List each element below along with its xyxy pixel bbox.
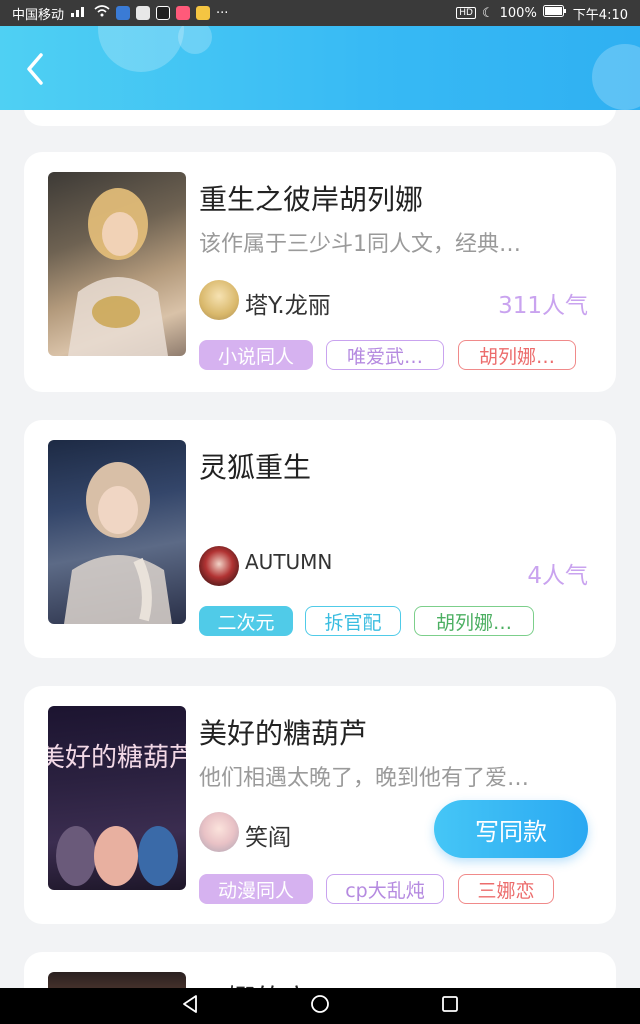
story-title[interactable]: 美好的糖葫芦 [199, 712, 367, 752]
app-notification-icon [116, 6, 131, 20]
chevron-left-icon [25, 53, 45, 89]
author-avatar[interactable] [199, 546, 239, 586]
cover-title-text: 美好的糖葫芦 [48, 743, 186, 773]
tag-chip[interactable]: 动漫同人 [199, 874, 313, 904]
tag-chip[interactable]: cp大乱炖 [326, 874, 444, 904]
author-name[interactable]: 塔Y.龙丽 [245, 286, 331, 320]
recents-square-icon[interactable] [440, 994, 460, 1018]
write-same-button[interactable]: 写同款 [434, 800, 588, 858]
story-title[interactable]: 灵狐重生 [199, 446, 311, 486]
story-cover-image[interactable] [48, 172, 186, 356]
system-navigation-bar [0, 988, 640, 1024]
signal-icon [70, 5, 88, 21]
app-notification-icon [136, 6, 151, 20]
decor-bubble [98, 26, 184, 72]
tag-chip[interactable]: 胡列娜… [414, 606, 534, 636]
decor-bubble [178, 26, 212, 54]
story-card[interactable]: 三娜的帝 [24, 952, 616, 988]
app-notification-icon [176, 6, 191, 20]
author-avatar[interactable] [199, 280, 239, 320]
story-card[interactable]: 重生之彼岸胡列娜 该作属于三少斗1同人文，经典… 塔Y.龙丽 311人气 小说同… [24, 152, 616, 392]
story-cover-image[interactable]: 美好的糖葫芦 [48, 706, 186, 890]
home-circle-icon[interactable] [310, 994, 330, 1018]
story-cover-image[interactable] [48, 440, 186, 624]
story-list[interactable]: 重生之彼岸胡列娜 该作属于三少斗1同人文，经典… 塔Y.龙丽 311人气 小说同… [0, 110, 640, 988]
story-card[interactable]: 美好的糖葫芦 美好的糖葫芦 他们相遇太晚了，晚到他有了爱… 笑阎 写同款 动漫同… [24, 686, 616, 924]
app-notification-icon [156, 6, 171, 20]
carrier-label: 中国移动 [12, 7, 65, 23]
story-title[interactable]: 重生之彼岸胡列娜 [199, 178, 423, 218]
tag-chip[interactable]: 三娜恋 [458, 874, 554, 904]
tag-chip[interactable]: 二次元 [199, 606, 293, 636]
status-bar: 中国移动 ··· HD ☾ 100% 下午4:10 [0, 0, 640, 26]
tag-chip[interactable]: 唯爱武… [326, 340, 444, 370]
author-avatar[interactable] [199, 812, 239, 852]
tag-chip[interactable]: 小说同人 [199, 340, 313, 370]
back-button[interactable] [18, 53, 52, 89]
story-description: 他们相遇太晚了，晚到他有了爱… [199, 766, 530, 791]
app-notification-icon [196, 6, 211, 20]
popularity-count: 4人气 [527, 563, 588, 589]
battery-icon [542, 5, 567, 21]
battery-percent: 100% [499, 5, 537, 21]
clock: 下午4:10 [572, 7, 628, 23]
story-card[interactable]: 灵狐重生 AUTUMN 4人气 二次元 拆官配 胡列娜… [24, 420, 616, 658]
story-card-partial[interactable] [24, 110, 616, 126]
wifi-icon [94, 5, 110, 21]
author-name[interactable]: AUTUMN [245, 550, 332, 574]
story-description: 该作属于三少斗1同人文，经典… [199, 232, 521, 257]
header-bar [0, 26, 640, 110]
decor-bubble [592, 44, 640, 110]
back-triangle-icon[interactable] [180, 994, 200, 1018]
tag-chip[interactable]: 拆官配 [305, 606, 401, 636]
popularity-count: 311人气 [498, 293, 588, 319]
story-cover-image[interactable] [48, 972, 186, 988]
tag-chip[interactable]: 胡列娜… [458, 340, 576, 370]
hd-icon: HD [456, 7, 476, 19]
story-title[interactable]: 三娜的帝 [199, 978, 311, 988]
do-not-disturb-moon-icon: ☾ [481, 5, 494, 21]
more-notifications-icon: ··· [216, 5, 229, 21]
author-name[interactable]: 笑阎 [245, 818, 291, 852]
